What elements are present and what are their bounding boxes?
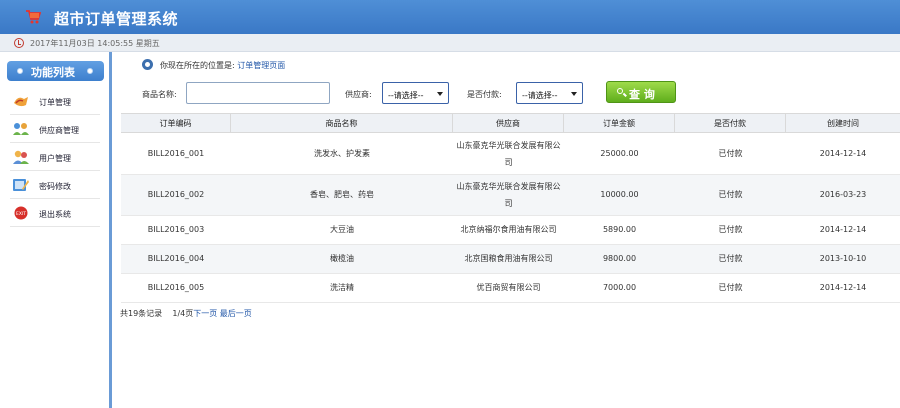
product-name: 橄榄油 [330, 254, 354, 263]
supplier-select[interactable]: --请选择-- [382, 82, 449, 104]
table-row[interactable]: BILL2016_001 洗发水、护发素 山东豪克华光联合发展有限公司 2500… [121, 133, 900, 175]
supplier-name: 优百商贸有限公司 [476, 283, 541, 292]
order-amount: 9800.00 [602, 254, 637, 263]
created-date: 2013-10-10 [819, 254, 867, 263]
column-header: 是否付款 [675, 114, 786, 133]
product-name: 香皂、肥皂、药皂 [310, 190, 374, 199]
password-icon [13, 179, 29, 191]
column-header: 商品名称 [231, 114, 453, 133]
sidebar-title: 功能列表 [31, 66, 75, 79]
order-code: BILL2016_001 [147, 148, 205, 158]
column-header: 订单编码 [121, 114, 231, 133]
sidebar-item-label: 密码修改 [39, 182, 71, 191]
supplier-name: 北京纳福尔食用油有限公司 [460, 225, 557, 234]
payment-status: 已付款 [718, 283, 743, 292]
pagination: 共19条记录 1/4页下一页 最后一页 [120, 308, 252, 319]
supplier-select-value: --请选择-- [388, 91, 424, 100]
payment-status: 已付款 [718, 225, 743, 234]
created-date: 2016-03-23 [819, 190, 867, 199]
order-amount: 7000.00 [602, 283, 637, 292]
sidebar-item-label: 退出系统 [39, 210, 71, 219]
main-content: 你现在所在的位置是: 订单管理页面 商品名称: 供应商: --请选择-- 是否付… [115, 52, 900, 408]
chevron-down-icon [571, 92, 577, 96]
orders-table: 订单编码 商品名称 供应商 订单金额 是否付款 创建时间 BILL2016_00… [121, 113, 900, 303]
users-icon [13, 150, 29, 164]
supplier-label: 供应商: [345, 90, 372, 99]
sidebar-item-exit[interactable]: EXIT 退出系统 [10, 200, 100, 227]
created-date: 2014-12-14 [819, 148, 867, 158]
product-name-input[interactable] [186, 82, 330, 104]
product-name: 洗洁精 [330, 283, 354, 292]
order-amount: 25000.00 [600, 148, 639, 158]
breadcrumb: 你现在所在的位置是: 订单管理页面 [160, 60, 285, 71]
order-icon [14, 97, 28, 107]
table-row[interactable]: BILL2016_002 香皂、肥皂、药皂 山东豪克华光联合发展有限公司 100… [121, 175, 900, 216]
supplier-name: 山东豪克华光联合发展有限公司 [456, 140, 561, 167]
sidebar-item-suppliers[interactable]: 供应商管理 [10, 116, 100, 143]
column-header: 创建时间 [827, 119, 859, 128]
sidebar-header: 功能列表 [7, 61, 104, 81]
search-bar: 商品名称: 供应商: --请选择-- 是否付款: --请选择-- 查 询 [120, 77, 900, 107]
search-icon [617, 88, 623, 94]
created-date: 2014-12-14 [819, 225, 867, 234]
app-header: 超市订单管理系统 [0, 0, 900, 34]
date-bar: 2017年11月03日 14:05:55 星期五 [0, 34, 900, 52]
breadcrumb-prefix: 你现在所在的位置是: [160, 61, 235, 70]
location-icon [142, 59, 153, 70]
last-page-link[interactable]: 最后一页 [220, 309, 252, 318]
supplier-name: 北京国粮食用油有限公司 [464, 254, 553, 263]
paid-select-value: --请选择-- [522, 91, 558, 100]
created-date: 2014-12-14 [819, 283, 867, 292]
table-header: 订单编码 商品名称 供应商 订单金额 是否付款 创建时间 [121, 114, 900, 133]
query-button-label: 查 询 [629, 88, 655, 101]
bullet-icon [17, 68, 23, 74]
breadcrumb-current[interactable]: 订单管理页面 [237, 61, 285, 70]
order-code: BILL2016_004 [147, 254, 205, 263]
bullet-icon [87, 68, 93, 74]
record-count: 共19条记录 [120, 309, 163, 318]
product-name-label: 商品名称: [142, 90, 177, 99]
payment-status: 已付款 [718, 148, 743, 158]
payment-status: 已付款 [718, 190, 743, 199]
order-code: BILL2016_002 [147, 190, 205, 199]
column-header: 供应商 [453, 114, 564, 133]
sidebar: 功能列表 订单管理 供应商管理 用户管理 密码修改 EXIT 退出系统 [0, 52, 112, 408]
order-amount: 10000.00 [600, 190, 639, 199]
current-datetime: 2017年11月03日 14:05:55 星期五 [30, 39, 160, 48]
supplier-name: 山东豪克华光联合发展有限公司 [456, 182, 561, 208]
query-button[interactable]: 查 询 [606, 81, 676, 103]
column-header: 订单金额 [564, 114, 675, 133]
exit-badge-text: EXIT [16, 211, 26, 217]
page-indicator: 1/4页 [172, 309, 194, 318]
exit-icon: EXIT [14, 206, 28, 220]
sidebar-item-label: 供应商管理 [39, 126, 79, 135]
paid-label: 是否付款: [467, 90, 502, 99]
clock-icon [14, 38, 24, 48]
supplier-icon [13, 123, 29, 135]
sidebar-item-label: 用户管理 [39, 154, 71, 163]
sidebar-item-users[interactable]: 用户管理 [10, 144, 100, 171]
table-row[interactable]: BILL2016_003 大豆油 北京纳福尔食用油有限公司 5890.00 已付… [121, 216, 900, 245]
cart-icon [26, 10, 41, 24]
table-row[interactable]: BILL2016_005 洗洁精 优百商贸有限公司 7000.00 已付款 20… [121, 274, 900, 303]
order-code: BILL2016_005 [147, 283, 205, 292]
order-code: BILL2016_003 [147, 225, 205, 234]
app-title: 超市订单管理系统 [54, 10, 179, 28]
product-name: 洗发水、护发素 [314, 148, 370, 158]
sidebar-item-orders[interactable]: 订单管理 [10, 88, 100, 115]
payment-status: 已付款 [718, 254, 743, 263]
paid-select[interactable]: --请选择-- [516, 82, 583, 104]
sidebar-item-password[interactable]: 密码修改 [10, 172, 100, 199]
next-page-link[interactable]: 下一页 [193, 309, 217, 318]
table-row[interactable]: BILL2016_004 橄榄油 北京国粮食用油有限公司 9800.00 已付款… [121, 245, 900, 274]
sidebar-item-label: 订单管理 [39, 98, 71, 107]
product-name: 大豆油 [330, 225, 354, 234]
order-amount: 5890.00 [602, 225, 637, 234]
chevron-down-icon [437, 92, 443, 96]
